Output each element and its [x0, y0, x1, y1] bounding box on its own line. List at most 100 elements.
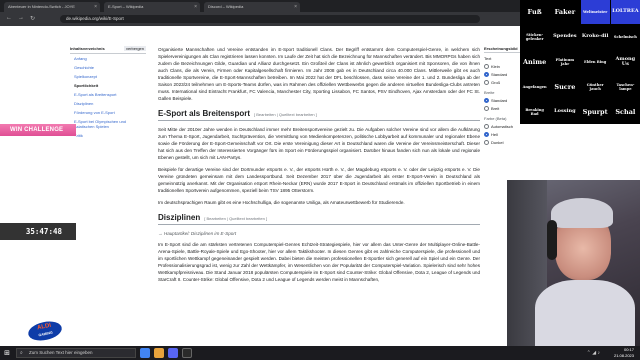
text-size-option[interactable]: Groß: [484, 80, 520, 85]
main-article-note[interactable]: → Hauptartikel: Disziplinen im E-Sport: [158, 230, 480, 237]
close-tab-icon[interactable]: ×: [294, 2, 297, 12]
article-paragraph: Beispiele für derartige Vereine sind der…: [158, 167, 480, 193]
discord-icon[interactable]: [168, 348, 178, 358]
word-grid-cell: Faker: [554, 7, 576, 16]
word-grid-cell: Günther Jauch: [586, 83, 604, 91]
search-icon: ⌕: [20, 350, 23, 356]
taskbar-search-input[interactable]: ⌕ Zum Suchen Text hier eingeben: [16, 348, 136, 358]
back-icon[interactable]: ←: [6, 15, 12, 21]
search-placeholder: Zum Suchen Text hier eingeben: [29, 350, 93, 355]
clock-date: 21.08.2023: [613, 353, 634, 358]
word-grid-cell: Taschen-lampe: [616, 83, 635, 91]
radio-label: Breit: [491, 106, 500, 111]
url-field[interactable]: de.wikipedia.org/wiki/E-Sport: [60, 15, 480, 23]
width-option[interactable]: Standard: [484, 98, 520, 103]
word-grid-cell: Lossing: [554, 108, 576, 115]
toc-item[interactable]: Anfang: [70, 54, 146, 63]
tab-title: Abenteuer in Nintendo-Switch - JOYE: [8, 4, 75, 9]
radio-label: Klein: [491, 64, 500, 69]
text-size-label: Text: [484, 56, 492, 61]
system-tray[interactable]: ⌃ ◢ ♪: [587, 350, 600, 356]
address-bar: ← → ↻ de.wikipedia.org/wiki/E-Sport: [0, 12, 520, 26]
windows-start-icon[interactable]: ⊞: [0, 346, 14, 360]
browser-tab-active[interactable]: E-Sport – Wikipedia ×: [104, 2, 200, 12]
browser-tab[interactable]: Discord – Wikipedia ×: [204, 2, 300, 12]
radio-icon: [484, 140, 489, 145]
word-grid-cell: Breaking Bad: [525, 108, 544, 116]
toc-item[interactable]: Geschichte: [70, 63, 146, 72]
edit-link[interactable]: [ Bearbeiten | Quelltext bearbeiten ]: [254, 112, 317, 117]
toc-header: Inhaltsverzeichnis verbergen: [70, 46, 146, 54]
toc-item[interactable]: Spielkonzept: [70, 72, 146, 81]
webcam-person-cap: [551, 198, 613, 228]
section-heading: Disziplinen[ Bearbeiten | Quelltext bear…: [158, 214, 480, 225]
close-tab-icon[interactable]: ×: [194, 2, 197, 12]
radio-selected-icon: [484, 132, 489, 137]
word-grid-cell: Anime: [522, 57, 547, 66]
word-grid-cell: Elden Ring: [584, 60, 607, 64]
toc-item[interactable]: Disziplinen: [70, 99, 146, 108]
clock[interactable]: 00:17 21.08.2023: [614, 347, 634, 359]
word-grid-cell: Weltmeister: [580, 0, 610, 24]
challenge-banner: WIN CHALLENGE: [0, 124, 76, 136]
article-paragraph: Organisierte Mannschaften und Vereine en…: [158, 47, 480, 101]
toc-hide-button[interactable]: verbergen: [123, 46, 146, 51]
webcam-person-body: [535, 280, 635, 346]
browser-tab[interactable]: Abenteuer in Nintendo-Switch - JOYE ×: [4, 2, 100, 12]
obs-icon[interactable]: [182, 348, 192, 358]
color-label: Farbe (Beta): [484, 116, 507, 121]
word-grid-cell: Angefangen: [522, 85, 547, 89]
toc-title: Inhaltsverzeichnis: [70, 46, 105, 51]
radio-icon: [484, 106, 489, 111]
wikipedia-page: Inhaltsverzeichnis verbergen Anfang Gesc…: [0, 26, 520, 346]
browser-tab-bar: Abenteuer in Nintendo-Switch - JOYE × E-S…: [0, 0, 520, 12]
windows-taskbar: ⊞ ⌕ Zum Suchen Text hier eingeben ⌃ ◢ ♪ …: [0, 346, 640, 360]
word-grid-cell: LOLTREA: [610, 0, 640, 24]
radio-label: Dunkel: [491, 140, 504, 145]
radio-selected-icon: [484, 72, 489, 77]
word-grid-cell: Schelmisch: [613, 35, 637, 39]
word-grid-cell: Among Us: [615, 55, 636, 67]
chrome-icon[interactable]: [140, 348, 150, 358]
toc-item[interactable]: Kritik: [70, 131, 146, 140]
table-of-contents: Inhaltsverzeichnis verbergen Anfang Gesc…: [70, 46, 146, 140]
radio-label: Automatisch: [491, 124, 514, 129]
toc-item-selected[interactable]: Sportlichkeit: [70, 81, 146, 90]
tab-title: E-Sport – Wikipedia: [108, 4, 144, 9]
color-option[interactable]: Automatisch: [484, 124, 520, 129]
edit-link[interactable]: [ Bearbeiten | Quelltext bearbeiten ]: [204, 216, 267, 221]
article-paragraph: Im deutschsprachigen Raum gibt es eine H…: [158, 200, 405, 205]
timer-display: 35:47:48: [0, 223, 76, 240]
webcam-feed: [507, 180, 640, 346]
radio-icon: [484, 124, 489, 129]
appearance-panel: Erscheinungsbild Text Klein Standard Gro…: [484, 46, 520, 148]
radio-icon: [484, 80, 489, 85]
section-heading: E-Sport als Breitensport[ Bearbeiten | Q…: [158, 110, 480, 121]
appearance-title: Erscheinungsbild: [484, 46, 520, 53]
toc-item[interactable]: Förderung von E-Sport: [70, 108, 146, 117]
headset-icon: [547, 220, 557, 260]
toc-item[interactable]: E-Sport als Breitensport: [70, 90, 146, 99]
section-title: E-Sport als Breitensport: [158, 109, 251, 118]
word-grid: Fuß Faker Weltmeister LOLTREA Sticken-gelenk…: [520, 0, 640, 124]
radio-icon: [484, 64, 489, 69]
tab-title: Discord – Wikipedia: [208, 4, 244, 9]
close-tab-icon[interactable]: ×: [94, 2, 97, 12]
text-size-option[interactable]: Standard: [484, 72, 520, 77]
width-label: Breite: [484, 90, 495, 95]
word-grid-cell: Sucre: [554, 82, 576, 91]
word-grid-cell: Kroko-dil: [581, 33, 609, 40]
file-explorer-icon[interactable]: [154, 348, 164, 358]
radio-label: Standard: [491, 98, 508, 103]
word-grid-cell: Platinum Jahr: [555, 58, 575, 66]
forward-icon[interactable]: →: [18, 15, 24, 21]
width-option[interactable]: Breit: [484, 106, 520, 111]
text-size-option[interactable]: Klein: [484, 64, 520, 69]
color-option[interactable]: Hell: [484, 132, 520, 137]
word-grid-cell: Spurpt: [582, 107, 608, 116]
radio-label: Hell: [491, 132, 498, 137]
color-option[interactable]: Dunkel: [484, 140, 520, 145]
reload-icon[interactable]: ↻: [30, 15, 35, 22]
toc-item[interactable]: E-Sport bei Olympischen und Asiatischen …: [70, 117, 146, 131]
word-grid-cell: Fuß: [527, 7, 542, 16]
